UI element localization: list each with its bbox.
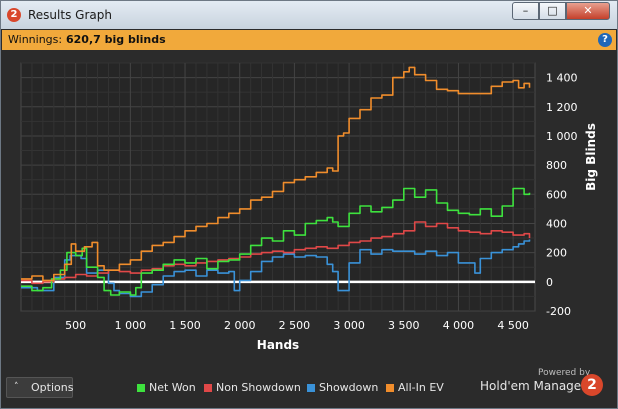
results-graph-window: 2 Results Graph – □ ✕ Winnings: 620,7 bi… (0, 0, 618, 409)
legend-label: Net Won (149, 381, 196, 394)
hm2-logo: 2 (581, 374, 603, 396)
x-axis-label: Hands (257, 338, 299, 352)
y-tick-label: -200 (546, 305, 571, 318)
options-button[interactable]: ˄ Options (6, 377, 73, 398)
legend-swatch-net-won (137, 384, 145, 392)
y-tick-label: 400 (546, 217, 567, 230)
help-icon[interactable]: ? (598, 33, 612, 47)
y-tick-label: 600 (546, 188, 567, 201)
powered-by-label: Powered by (538, 368, 591, 378)
close-button[interactable]: ✕ (566, 2, 610, 20)
bottom-bar: ˄ Options Net Won Non Showdown Showdown … (2, 368, 616, 408)
legend-label: All-In EV (398, 381, 444, 394)
minimize-button[interactable]: – (512, 2, 539, 20)
x-tick-label: 4 000 (443, 319, 475, 332)
legend-label: Showdown (319, 381, 379, 394)
y-tick-label: 1 200 (546, 101, 578, 114)
legend-swatch-all-in-ev (386, 384, 394, 392)
legend-swatch-non-showdown (204, 384, 212, 392)
x-tick-label: 500 (65, 319, 86, 332)
x-tick-label: 3 000 (333, 319, 365, 332)
y-tick-label: 1 400 (546, 72, 578, 85)
winnings-label: Winnings: (8, 33, 63, 46)
x-tick-label: 2 000 (224, 319, 256, 332)
x-tick-label: 1 500 (169, 319, 201, 332)
y-tick-label: 800 (546, 159, 567, 172)
x-tick-label: 4 500 (497, 319, 529, 332)
y-tick-label: 200 (546, 247, 567, 260)
options-label: Options (31, 381, 74, 394)
y-tick-labels: -200 0 200 400 600 800 1 000 1 200 1 400 (546, 72, 578, 318)
brand-name: Hold'em Manager (480, 379, 587, 393)
legend-swatch-showdown (307, 384, 315, 392)
y-axis-label: Big Blinds (584, 123, 598, 191)
x-tick-label: 2 500 (279, 319, 311, 332)
window-title: Results Graph (28, 8, 112, 22)
winnings-bar: Winnings: 620,7 big blinds ? (2, 30, 616, 50)
results-chart: 500 1 000 1 500 2 000 2 500 3 000 3 500 4 000 4 … (20, 62, 598, 352)
hm2-app-icon: 2 (7, 8, 21, 22)
winnings-value: 620,7 big blinds (66, 33, 166, 46)
y-tick-label: 1 000 (546, 130, 578, 143)
title-bar[interactable]: 2 Results Graph – □ ✕ (1, 1, 617, 29)
x-tick-labels: 500 1 000 1 500 2 000 2 500 3 000 3 500 4 000 4 … (65, 319, 529, 332)
maximize-button[interactable]: □ (539, 2, 566, 20)
y-tick-label: 0 (546, 276, 553, 289)
x-tick-label: 1 000 (115, 319, 147, 332)
chevron-up-icon: ˄ (14, 382, 19, 392)
x-tick-label: 3 500 (388, 319, 420, 332)
legend-label: Non Showdown (216, 381, 301, 394)
